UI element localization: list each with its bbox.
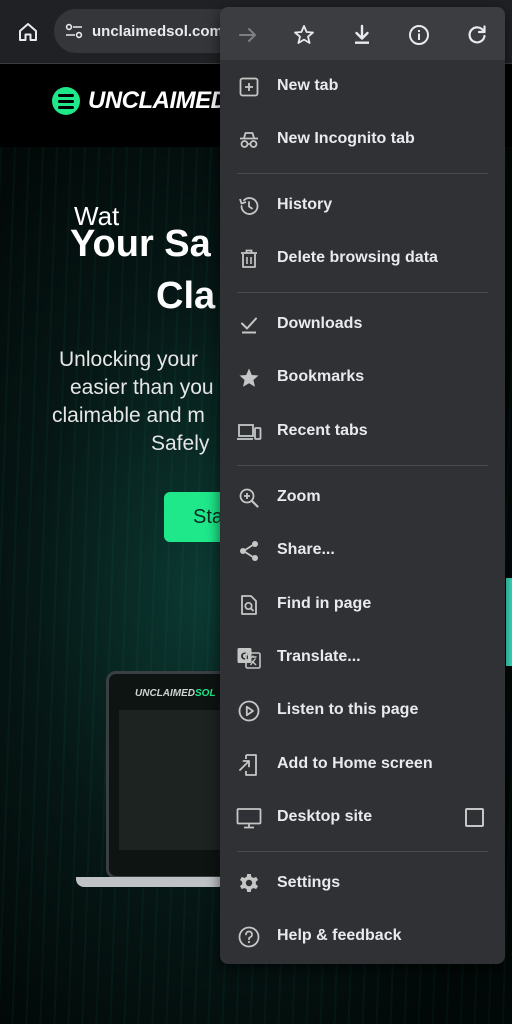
menu-divider	[237, 851, 488, 852]
menu-item-desktop-site[interactable]: Desktop site	[220, 791, 505, 844]
translate-icon: G	[236, 645, 262, 671]
menu-divider	[237, 465, 488, 466]
desktop-icon	[236, 805, 262, 831]
settings-icon	[236, 871, 262, 897]
forward-button[interactable]	[228, 15, 268, 55]
menu-item-new-tab[interactable]: New tab	[220, 60, 505, 113]
laptop-logo-text: UNCLAIMED	[135, 688, 195, 699]
add-to-home-icon	[236, 752, 262, 778]
menu-item-label: New Incognito tab	[277, 130, 415, 147]
download-icon	[355, 24, 369, 44]
laptop-base	[76, 877, 226, 887]
menu-item-label: Desktop site	[277, 808, 373, 825]
menu-item-downloads[interactable]: Downloads	[220, 298, 505, 351]
bookmark-star-icon	[294, 25, 314, 44]
desktop-site-checkbox[interactable]	[465, 808, 484, 827]
menu-item-zoom[interactable]: Zoom	[220, 471, 505, 524]
menu-item-listen-to-this-page[interactable]: Listen to this page	[220, 684, 505, 737]
page-info-icon	[409, 25, 429, 45]
menu-item-label: Translate...	[277, 648, 361, 665]
menu-item-label: Downloads	[277, 315, 363, 332]
menu-item-find-in-page[interactable]: Find in page	[220, 578, 505, 631]
bookmark-button[interactable]	[284, 15, 324, 55]
menu-item-label: Find in page	[277, 595, 372, 612]
side-accent	[506, 578, 512, 666]
home-icon	[19, 23, 37, 41]
menu-item-label: Bookmarks	[277, 368, 365, 385]
menu-item-new-incognito-tab[interactable]: New Incognito tab	[220, 113, 505, 166]
incognito-icon	[236, 127, 262, 153]
menu-action-row	[220, 7, 505, 60]
logo-mark-icon	[52, 87, 80, 115]
zoom-icon	[236, 485, 262, 511]
menu-item-delete-browsing-data[interactable]: Delete browsing data	[220, 232, 505, 285]
find-in-page-icon	[236, 592, 262, 618]
menu-item-label: Settings	[277, 874, 341, 891]
menu-item-label: New tab	[277, 77, 339, 94]
overflow-menu: New tab New Incognito tab History Delete…	[220, 7, 505, 964]
menu-item-label: Delete browsing data	[277, 249, 438, 266]
forward-icon	[239, 28, 256, 42]
menu-item-recent-tabs[interactable]: Recent tabs	[220, 405, 505, 458]
trash-icon	[236, 246, 262, 272]
hero-paragraph-line: Unlocking your	[59, 348, 198, 371]
devices-icon	[236, 419, 262, 445]
menu-item-help-feedback[interactable]: Help & feedback	[220, 910, 505, 963]
menu-divider	[237, 173, 488, 174]
star-icon	[236, 365, 262, 391]
downloads-icon	[236, 312, 262, 338]
laptop-caption: Wat	[74, 201, 120, 231]
menu-item-label: Add to Home screen	[277, 755, 433, 772]
menu-item-share[interactable]: Share...	[220, 524, 505, 577]
menu-item-bookmarks[interactable]: Bookmarks	[220, 351, 505, 404]
menu-item-label: Recent tabs	[277, 422, 368, 439]
home-button[interactable]	[12, 16, 44, 48]
menu-item-label: History	[277, 196, 333, 213]
url-text[interactable]: unclaimedsol.com	[92, 23, 223, 40]
laptop-logo-accent: SOL	[195, 688, 216, 699]
play-circle-icon	[236, 698, 262, 724]
menu-item-settings[interactable]: Settings	[220, 857, 505, 910]
menu-divider	[237, 292, 488, 293]
menu-item-translate[interactable]: G Translate...	[220, 631, 505, 684]
download-button[interactable]	[342, 15, 382, 55]
menu-item-history[interactable]: History	[220, 179, 505, 232]
menu-item-label: Help & feedback	[277, 927, 402, 944]
reload-button[interactable]	[457, 15, 497, 55]
new-tab-icon	[236, 74, 262, 100]
share-icon	[236, 538, 262, 564]
history-icon	[236, 193, 262, 219]
menu-item-label: Share...	[277, 541, 335, 558]
site-settings-icon[interactable]	[62, 19, 86, 43]
menu-item-add-to-home-screen[interactable]: Add to Home screen	[220, 738, 505, 791]
menu-item-label: Listen to this page	[277, 701, 419, 718]
reload-icon	[468, 25, 486, 44]
logo-text: UNCLAIMED	[88, 87, 228, 114]
hero-paragraph-line: Safely	[151, 432, 210, 455]
help-icon	[236, 924, 262, 950]
menu-item-label: Zoom	[277, 488, 321, 505]
page-info-button[interactable]	[399, 15, 439, 55]
hero-paragraph-line: easier than you	[70, 376, 214, 399]
hero-paragraph-line: claimable and m	[52, 404, 205, 427]
